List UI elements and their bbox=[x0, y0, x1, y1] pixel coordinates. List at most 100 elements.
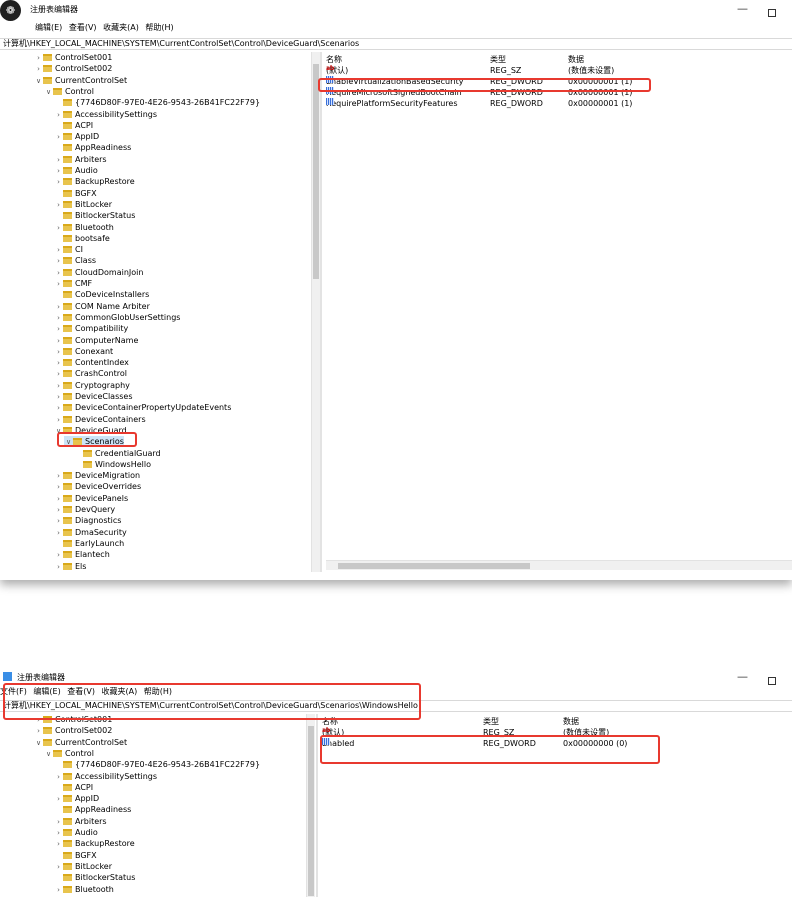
value-row[interactable]: RequirePlatformSecurityFeatures REG_DWORD… bbox=[326, 98, 792, 109]
tree-node-label: {7746D80F-97E0-4E26-9543-26B41FC22F79} bbox=[75, 760, 261, 770]
tree-node[interactable]: ACPI bbox=[54, 782, 93, 793]
value-type: REG_SZ bbox=[490, 66, 522, 75]
tree-node[interactable]: › ControlSet001 bbox=[34, 52, 112, 63]
tree-node[interactable]: › BackupRestore bbox=[54, 176, 135, 187]
chevron-right-icon[interactable]: › bbox=[54, 885, 63, 896]
tree-node[interactable]: ∨ Control bbox=[44, 748, 94, 759]
tree-node[interactable]: › Els bbox=[54, 561, 86, 572]
tree-node[interactable]: {7746D80F-97E0-4E26-9543-26B41FC22F79} bbox=[54, 759, 260, 770]
pane-splitter[interactable] bbox=[320, 52, 322, 572]
maximize-button[interactable] bbox=[768, 677, 776, 685]
tree-node[interactable]: ACPI bbox=[54, 120, 93, 131]
tree-node[interactable]: › DeviceOverrides bbox=[54, 481, 141, 492]
tree-node[interactable]: ∨ CurrentControlSet bbox=[34, 75, 127, 86]
tree-node[interactable]: › Cryptography bbox=[54, 380, 130, 391]
tree-node[interactable]: › CloudDomainJoin bbox=[54, 267, 143, 278]
tree-node[interactable]: › AccessibilitySettings bbox=[54, 771, 157, 782]
tree-node[interactable]: BGFX bbox=[54, 850, 97, 861]
tree-node[interactable]: › Bluetooth bbox=[54, 222, 114, 233]
tree-node-label: Arbiters bbox=[75, 154, 107, 164]
menu-edit[interactable]: 编辑(E) bbox=[35, 23, 62, 32]
tree-node[interactable]: › ComputerName bbox=[54, 335, 138, 346]
tree-node[interactable]: › BitLocker bbox=[54, 199, 112, 210]
column-type-header[interactable]: 类型 bbox=[483, 716, 499, 727]
tree-node[interactable]: BGFX bbox=[54, 188, 97, 199]
tree-node[interactable]: › AccessibilitySettings bbox=[54, 109, 157, 120]
chevron-down-icon[interactable]: ∨ bbox=[44, 749, 53, 760]
tree-node[interactable]: {7746D80F-97E0-4E26-9543-26B41FC22F79} bbox=[54, 97, 260, 108]
tree-node[interactable]: › BitLocker bbox=[54, 861, 112, 872]
tree-node[interactable]: › CMF bbox=[54, 278, 92, 289]
tree-node[interactable]: › DeviceMigration bbox=[54, 470, 140, 481]
tree-node-label: BGFX bbox=[75, 850, 97, 860]
folder-icon bbox=[63, 829, 72, 836]
folder-icon bbox=[63, 155, 72, 163]
tree-node[interactable]: › BackupRestore bbox=[54, 838, 135, 849]
chevron-down-icon[interactable]: ∨ bbox=[34, 76, 43, 87]
column-name-header[interactable]: 名称 bbox=[326, 54, 342, 65]
maximize-button[interactable] bbox=[768, 9, 776, 17]
tree-node[interactable]: CredentialGuard bbox=[74, 448, 161, 459]
column-data-header[interactable]: 数据 bbox=[563, 716, 579, 727]
tree-node[interactable]: › DeviceClasses bbox=[54, 391, 132, 402]
tree-node[interactable]: › ControlSet002 bbox=[34, 63, 112, 74]
tree-node[interactable]: › CrashControl bbox=[54, 368, 127, 379]
tree-node[interactable]: › DeviceContainerPropertyUpdateEvents bbox=[54, 402, 231, 413]
column-type-header[interactable]: 类型 bbox=[490, 54, 506, 65]
tree-node[interactable]: › ContentIndex bbox=[54, 357, 129, 368]
tree-node[interactable]: › CommonGlobUserSettings bbox=[54, 312, 180, 323]
menu-favorites[interactable]: 收藏夹(A) bbox=[103, 23, 139, 32]
tree-node[interactable]: › Class bbox=[54, 255, 96, 266]
folder-icon bbox=[63, 761, 72, 769]
dword-value-icon bbox=[326, 98, 334, 105]
tree-scrollbar[interactable] bbox=[306, 714, 315, 897]
tree-node[interactable]: › Arbiters bbox=[54, 816, 106, 827]
values-horizontal-scrollbar[interactable] bbox=[326, 560, 792, 570]
tree-node[interactable]: › COM Name Arbiter bbox=[54, 301, 150, 312]
tree-node[interactable]: › DevQuery bbox=[54, 504, 115, 515]
tree-node[interactable]: › Compatibility bbox=[54, 323, 128, 334]
tree-node[interactable]: CoDeviceInstallers bbox=[54, 289, 149, 300]
tree-node[interactable]: BitlockerStatus bbox=[54, 872, 135, 883]
folder-icon bbox=[63, 772, 72, 780]
tree-node[interactable]: › AppID bbox=[54, 131, 99, 142]
chevron-down-icon[interactable]: ∨ bbox=[34, 738, 43, 749]
minimize-button[interactable]: — bbox=[737, 670, 748, 684]
tree-node[interactable]: › Elantech bbox=[54, 549, 110, 560]
tree-node[interactable]: › Audio bbox=[54, 165, 98, 176]
tree-node[interactable]: WindowsHello bbox=[74, 459, 151, 470]
tree-node[interactable]: › DeviceContainers bbox=[54, 414, 146, 425]
chevron-right-icon[interactable]: › bbox=[54, 562, 63, 573]
tree-scrollbar[interactable] bbox=[311, 52, 320, 572]
values-scrollbar-thumb[interactable] bbox=[338, 563, 530, 569]
title-bar: 注册表编辑器 — bbox=[0, 0, 792, 20]
tree-node[interactable]: ∨ Control bbox=[44, 86, 94, 97]
tree-node[interactable]: › CI bbox=[54, 244, 83, 255]
value-row[interactable]: ab (默认) REG_SZ (数值未设置) bbox=[326, 65, 792, 76]
tree-node[interactable]: bootsafe bbox=[54, 233, 110, 244]
tree-node[interactable]: › Diagnostics bbox=[54, 515, 121, 526]
tree-scrollbar-thumb[interactable] bbox=[313, 64, 319, 279]
tree-node[interactable]: AppReadiness bbox=[54, 804, 131, 815]
menu-view[interactable]: 查看(V) bbox=[69, 23, 97, 32]
tree-node-label: CloudDomainJoin bbox=[75, 267, 144, 277]
tree-node[interactable]: › DevicePanels bbox=[54, 493, 128, 504]
column-data-header[interactable]: 数据 bbox=[568, 54, 584, 65]
tree-node[interactable]: ∨ CurrentControlSet bbox=[34, 737, 127, 748]
menu-help[interactable]: 帮助(H) bbox=[145, 23, 173, 32]
tree-node[interactable]: › Arbiters bbox=[54, 154, 107, 165]
pane-splitter[interactable] bbox=[316, 714, 318, 897]
tree-node[interactable]: › Bluetooth bbox=[54, 884, 114, 895]
tree-node[interactable]: EarlyLaunch bbox=[54, 538, 124, 549]
tree-node[interactable]: BitlockerStatus bbox=[54, 210, 135, 221]
tree-node[interactable]: › DmaSecurity bbox=[54, 527, 127, 538]
address-bar[interactable]: 计算机\HKEY_LOCAL_MACHINE\SYSTEM\CurrentCon… bbox=[0, 38, 792, 50]
tree-node[interactable]: AppReadiness bbox=[54, 142, 131, 153]
tree-node[interactable]: › ControlSet002 bbox=[34, 725, 112, 736]
tree-node[interactable]: › AppID bbox=[54, 793, 99, 804]
chevron-down-icon[interactable]: ∨ bbox=[44, 87, 53, 98]
minimize-button[interactable]: — bbox=[737, 2, 748, 16]
tree-node[interactable]: › Audio bbox=[54, 827, 98, 838]
tree-node[interactable]: › Conexant bbox=[54, 346, 113, 357]
tree-scrollbar-thumb[interactable] bbox=[308, 726, 314, 896]
